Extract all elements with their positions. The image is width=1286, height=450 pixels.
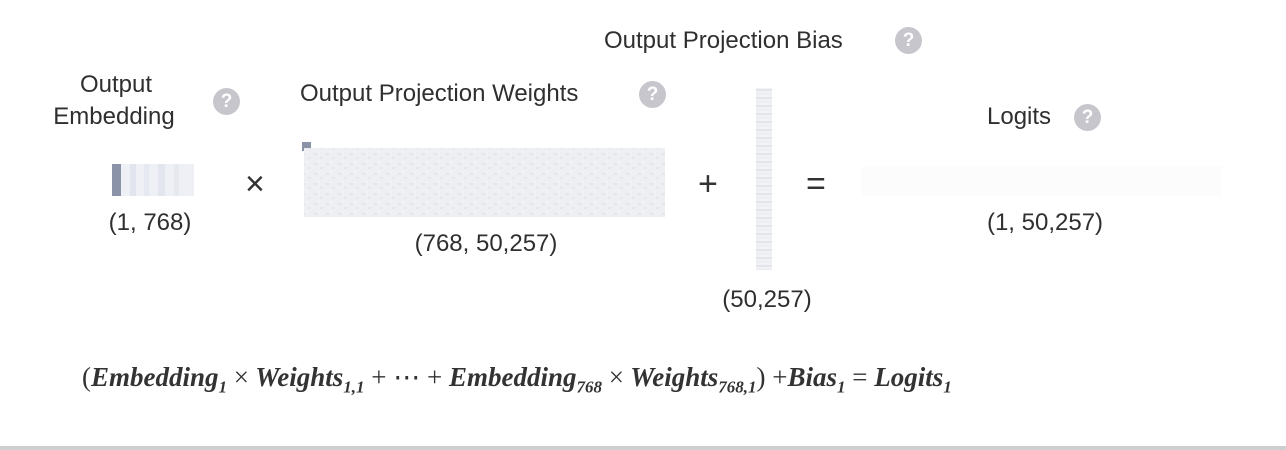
eq-logits: Logits — [874, 362, 944, 392]
eq-embedding-1: Embedding — [91, 362, 219, 392]
eq-bias: Bias — [787, 362, 838, 392]
embedding-vector — [112, 164, 194, 196]
eq-weights-1: Weights — [255, 362, 344, 392]
weights-label: Output Projection Weights — [300, 80, 579, 107]
bias-shape: (50,257) — [722, 286, 812, 313]
logits-vector — [862, 166, 1222, 196]
logit-equation: (Embedding1 × Weights1,1 + ⋯ + Embedding… — [82, 362, 952, 397]
output-embedding-label-line1: Output — [79, 71, 153, 98]
plus-operator: + — [698, 165, 718, 203]
bias-label: Output Projection Bias — [604, 27, 843, 54]
output-embedding-label: Output Embedding — [53, 69, 176, 133]
bias-vector — [756, 88, 772, 270]
embedding-vector-accent — [112, 164, 121, 196]
output-embedding-help-icon[interactable]: ? — [213, 88, 240, 115]
multiply-operator: × — [245, 165, 265, 203]
eq-embedding-768: Embedding — [449, 362, 577, 392]
weights-matrix-body — [304, 148, 665, 217]
embedding-shape: (1, 768) — [108, 209, 192, 236]
output-embedding-label-line2: Embedding — [53, 103, 175, 130]
weights-help-icon[interactable]: ? — [639, 81, 666, 108]
logits-help-icon[interactable]: ? — [1074, 104, 1101, 131]
weights-shape: (768, 50,257) — [414, 230, 558, 257]
eq-weights-768: Weights — [630, 362, 719, 392]
bias-vector-body — [756, 88, 772, 270]
bias-help-icon[interactable]: ? — [895, 27, 922, 54]
logits-label: Logits — [987, 103, 1052, 130]
bottom-divider — [0, 446, 1286, 450]
weights-matrix — [302, 142, 665, 217]
logits-shape: (1, 50,257) — [986, 209, 1104, 236]
equals-operator: = — [806, 165, 826, 203]
